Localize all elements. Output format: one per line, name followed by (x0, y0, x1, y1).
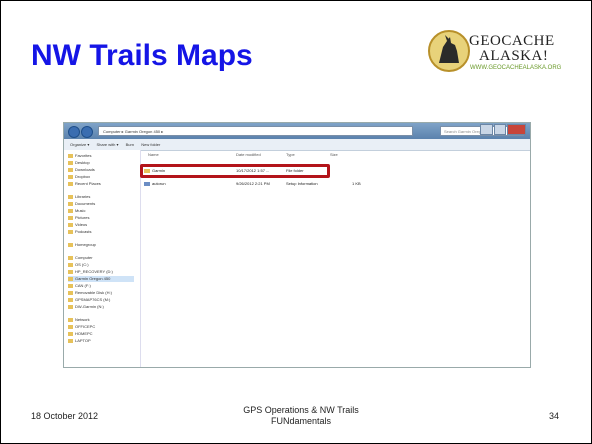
nav-net-2[interactable]: HOMEPC (68, 331, 93, 337)
nav-homegroup[interactable]: Homegroup (68, 242, 96, 248)
folder-icon (68, 222, 73, 227)
nav-computer[interactable]: Computer (68, 255, 93, 261)
nav-drive-c[interactable]: OS (C:) (68, 262, 89, 268)
address-bar[interactable]: Computer ▸ Garmin Oregon 450 ▸ (98, 126, 413, 136)
explorer-screenshot: Computer ▸ Garmin Oregon 450 ▸ Search Ga… (63, 122, 531, 368)
nav-drive-n[interactable]: DW-Garmin (N:) (68, 304, 104, 310)
nav-pictures[interactable]: Pictures (68, 215, 89, 221)
navigation-pane: Favorites Desktop Downloads Dropbox Rece… (64, 150, 141, 367)
footer-date: 18 October 2012 (31, 411, 99, 421)
folder-icon (68, 181, 73, 186)
computer-icon (68, 255, 73, 260)
logo-line2: ALASKA! (479, 48, 549, 64)
nav-dropbox[interactable]: Dropbox (68, 174, 90, 180)
nav-recent[interactable]: Recent Places (68, 181, 101, 187)
folder-icon (68, 208, 73, 213)
nav-documents[interactable]: Documents (68, 201, 95, 207)
footer-title: GPS Operations & NW Trails FUNdamentals (221, 405, 381, 427)
nav-desktop[interactable]: Desktop (68, 160, 90, 166)
drive-icon (68, 297, 73, 302)
nav-garmin-drive[interactable]: Garmin Oregon 450 (68, 276, 134, 282)
computer-icon (68, 338, 73, 343)
column-name[interactable]: Name (148, 152, 159, 157)
minimize-button[interactable] (480, 124, 493, 135)
computer-icon (68, 324, 73, 329)
folder-icon (68, 229, 73, 234)
wolf-seal-icon (428, 30, 470, 72)
nav-favorites[interactable]: Favorites (68, 153, 91, 159)
page-number: 34 (549, 411, 560, 421)
column-date[interactable]: Date modified (236, 152, 261, 157)
nav-removable[interactable]: Removable Disk (H:) (68, 290, 112, 296)
nav-videos[interactable]: Videos (68, 222, 87, 228)
nav-drive-m[interactable]: GPSMAP76CS (M:) (68, 297, 110, 303)
folder-icon (68, 201, 73, 206)
homegroup-icon (68, 242, 73, 247)
burn-button[interactable]: Burn (126, 142, 134, 147)
window-controls (480, 124, 527, 135)
drive-icon (68, 269, 73, 274)
close-button[interactable] (507, 124, 527, 135)
drive-icon (68, 304, 73, 309)
file-row[interactable]: autorun 9/26/2012 2:21 PM Setup Informat… (142, 180, 382, 188)
star-icon (68, 153, 73, 158)
nav-net-1[interactable]: OFFICEPC (68, 324, 95, 330)
nav-net-3[interactable]: LAPTOP (68, 338, 91, 344)
library-icon (68, 194, 73, 199)
folder-icon (68, 174, 73, 179)
nav-libraries[interactable]: Libraries (68, 194, 90, 200)
nav-music[interactable]: Music (68, 208, 85, 214)
explorer-titlebar: Computer ▸ Garmin Oregon 450 ▸ Search Ga… (64, 123, 530, 139)
maximize-button[interactable] (493, 124, 507, 135)
desktop-icon (68, 160, 73, 165)
slide: NW Trails Maps GEOCACHE ALASKA! WWW.GEOC… (0, 0, 592, 444)
geocache-alaska-logo: GEOCACHE ALASKA! WWW.GEOCACHEALASKA.ORG (427, 29, 567, 77)
nav-drive-f[interactable]: CAN (F:) (68, 283, 91, 289)
nav-drive-d[interactable]: HP_RECOVERY (D:) (68, 269, 113, 275)
nav-podcasts[interactable]: Podcasts (68, 229, 91, 235)
column-size[interactable]: Size (330, 152, 338, 157)
footer-title-line1: GPS Operations & NW Trails (243, 405, 359, 415)
setup-file-icon (144, 182, 150, 186)
drive-icon (68, 283, 73, 288)
footer-title-line2: FUNdamentals (270, 416, 332, 426)
organize-button[interactable]: Organize ▾ (70, 142, 89, 147)
folder-icon (68, 167, 73, 172)
folder-icon (68, 215, 73, 220)
nav-downloads[interactable]: Downloads (68, 167, 95, 173)
drive-icon (68, 276, 73, 281)
computer-icon (68, 331, 73, 336)
drive-icon (68, 290, 73, 295)
column-type[interactable]: Type (286, 152, 295, 157)
back-icon[interactable] (68, 126, 80, 138)
highlight-box (140, 164, 330, 178)
nav-network[interactable]: Network (68, 317, 90, 323)
network-icon (68, 317, 73, 322)
slide-title: NW Trails Maps (31, 39, 253, 72)
logo-url: WWW.GEOCACHEALASKA.ORG (470, 65, 562, 71)
new-folder-button[interactable]: New folder (141, 142, 160, 147)
drive-icon (68, 262, 73, 267)
forward-icon[interactable] (81, 126, 93, 138)
share-button[interactable]: Share with ▾ (96, 142, 118, 147)
